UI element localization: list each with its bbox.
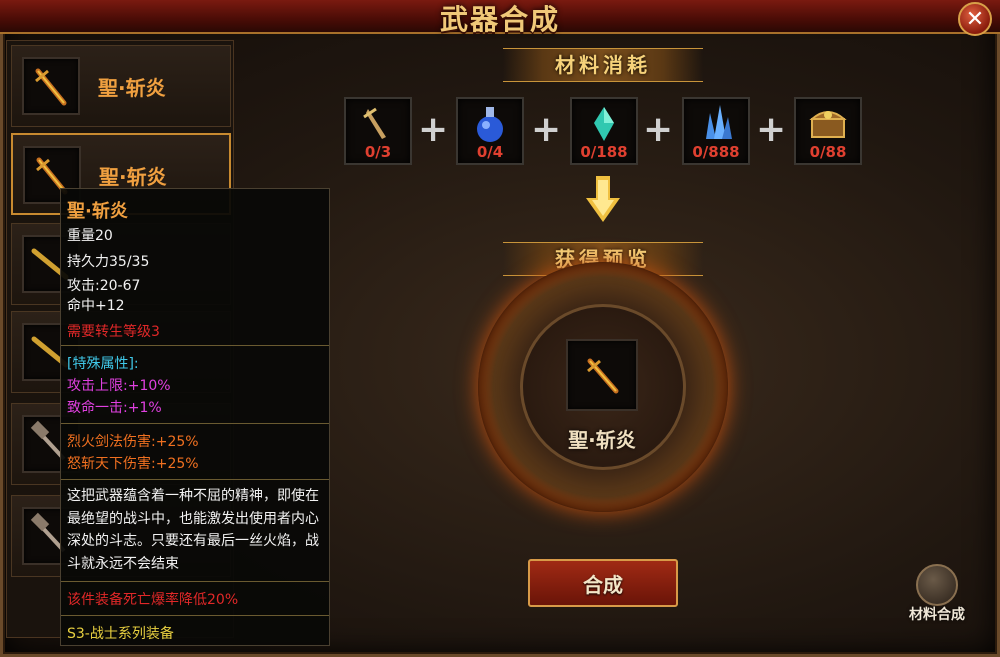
tooltip-special-2: 致命一击:+1% [67, 400, 162, 416]
blue-potion-icon [477, 107, 503, 142]
close-icon: ✕ [965, 6, 985, 32]
plus-icon: + [418, 109, 449, 150]
close-button[interactable]: ✕ [958, 2, 992, 36]
material-synthesis-label: 材料合成 [909, 607, 965, 623]
tooltip-set-note: S3-战士系列装备 [67, 626, 174, 642]
tooltip-weight: 重量20 [67, 228, 113, 244]
flame-sword-icon [35, 68, 67, 106]
materials-banner: 材料消耗 [503, 48, 703, 82]
tooltip-accuracy: 命中+12 [67, 298, 125, 314]
flame-sword-icon [587, 358, 619, 394]
tooltip-bonus-2: 怒斩天下伤害:+25% [67, 456, 199, 472]
golden-dagger-icon [363, 107, 386, 139]
synthesize-button[interactable]: 合成 [528, 559, 678, 607]
tooltip-item-name: 聖·斩炎 [67, 201, 128, 222]
materials-banner-label: 材料消耗 [555, 53, 651, 77]
treasure-chest-icon [809, 111, 847, 138]
material-count: 0/888 [692, 143, 740, 161]
material-slot[interactable]: 0/888 [682, 97, 750, 165]
weapon-list-item-label: 聖·斩炎 [98, 76, 166, 100]
tooltip-drop-note: 该件装备死亡爆率降低20% [67, 592, 239, 608]
tooltip-special-1: 攻击上限:+10% [67, 378, 171, 394]
plus-icon: + [531, 109, 562, 150]
material-count: 0/3 [364, 143, 392, 161]
tooltip-bonus-1: 烈火剑法伤害:+25% [67, 434, 199, 450]
tooltip-durability: 持久力35/35 [67, 254, 150, 270]
divider [61, 345, 329, 346]
item-tooltip: 聖·斩炎 重量20 持久力35/35 攻击:20-67 命中+12 需要转生等级… [60, 188, 330, 646]
result-slot[interactable] [566, 339, 638, 411]
divider [61, 423, 329, 424]
weapon-list-item[interactable]: 聖·斩炎 [11, 45, 231, 127]
tooltip-description: 这把武器蕴含着一种不屈的精神，即使在最绝望的战斗中，也能激发出使用者内心深处的斗… [67, 488, 319, 572]
divider [61, 615, 329, 616]
material-slot[interactable]: 0/3 [344, 97, 412, 165]
material-count: 0/88 [809, 143, 847, 161]
tooltip-special-header: [特殊属性]: [67, 356, 139, 372]
plus-icon: + [756, 109, 787, 150]
material-slot[interactable]: 0/4 [456, 97, 524, 165]
tooltip-attack: 攻击:20-67 [67, 278, 141, 294]
blue-crystal-cluster-icon [706, 105, 732, 139]
material-count: 0/4 [476, 143, 504, 161]
divider [61, 479, 329, 480]
arrow-down-icon [586, 176, 620, 222]
weapon-slot [22, 57, 80, 115]
title-bar: 武器合成 [0, 0, 1000, 36]
cyan-crystal-icon [594, 107, 614, 141]
window-title: 武器合成 [439, 3, 560, 36]
plus-icon: + [643, 109, 674, 150]
material-synthesis-button[interactable]: 材料合成 [900, 564, 974, 624]
material-slot[interactable]: 0/88 [794, 97, 862, 165]
material-count: 0/188 [580, 143, 628, 161]
hammer-anvil-icon [916, 564, 958, 606]
material-slot[interactable]: 0/188 [570, 97, 638, 165]
result-name: 聖·斩炎 [568, 428, 636, 452]
weapon-list-item-label: 聖·斩炎 [99, 165, 167, 189]
divider [61, 581, 329, 582]
tooltip-requirement: 需要转生等级3 [67, 324, 160, 340]
